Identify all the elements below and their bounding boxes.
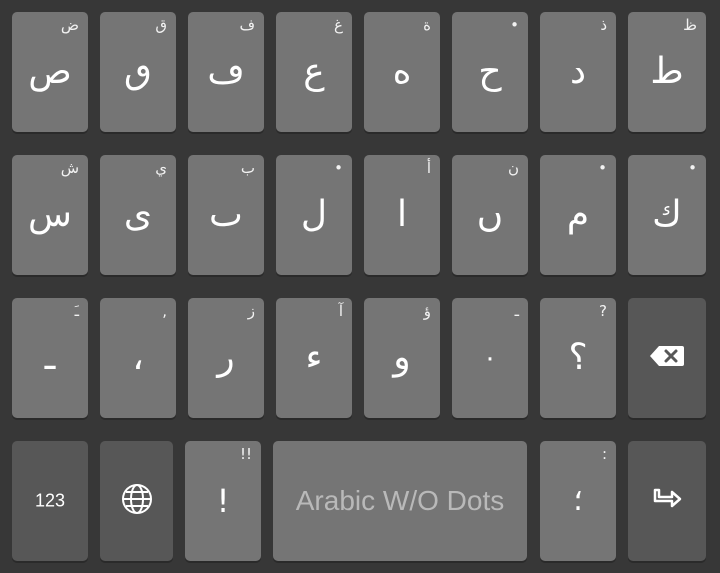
key-reh[interactable]: ز ر — [188, 298, 264, 418]
key-label: ؟ — [568, 337, 588, 378]
key-label: ع — [303, 51, 325, 92]
key-label: ٮ — [209, 194, 243, 235]
space-key-label: Arabic W/O Dots — [295, 485, 505, 516]
key-label: ر — [217, 337, 235, 378]
key-label: ص — [28, 51, 72, 92]
key-label: د — [569, 51, 587, 92]
numbers-key[interactable]: 123 — [12, 441, 88, 561]
key-hint: ف — [239, 16, 255, 34]
key-tatweel[interactable]: ـَ ـ — [12, 298, 88, 418]
key-hint: ـ — [514, 302, 519, 320]
backspace-key[interactable] — [628, 298, 706, 418]
key-label: ك — [652, 194, 682, 235]
key-label: ى — [123, 194, 153, 235]
key-label: ـ — [44, 337, 56, 378]
key-label: ح — [478, 51, 502, 92]
key-hint: • — [334, 159, 343, 177]
key-hint: ة — [423, 16, 431, 34]
key-label: ، — [132, 337, 144, 378]
key-heh[interactable]: ة ه — [364, 12, 440, 132]
key-meem[interactable]: • م — [540, 155, 616, 275]
key-label: ڡ — [207, 51, 245, 92]
key-arabic-question[interactable]: ? ؟ — [540, 298, 616, 418]
key-hint: ن — [507, 159, 519, 177]
key-lam[interactable]: • ل — [276, 155, 352, 275]
key-hint: , — [162, 302, 167, 320]
key-arabic-semicolon[interactable]: : ؛ — [540, 441, 616, 561]
key-hint: !! — [239, 445, 252, 463]
backspace-icon — [649, 345, 685, 371]
key-label: ل — [300, 194, 328, 235]
enter-arrow-icon — [652, 487, 682, 515]
key-label: ا — [396, 194, 407, 235]
key-feh-dotless[interactable]: ف ڡ — [188, 12, 264, 132]
key-hint: ز — [247, 302, 255, 320]
key-label: ؛ — [573, 483, 583, 518]
key-arabic-comma[interactable]: , ، — [100, 298, 176, 418]
key-hint: ؤ — [423, 302, 431, 320]
key-hint: ـَ — [74, 302, 79, 320]
key-label: ٠ — [483, 343, 497, 373]
key-waw[interactable]: ؤ و — [364, 298, 440, 418]
key-hint: أ — [426, 159, 431, 177]
key-label: ٯ — [124, 51, 152, 92]
key-hint: • — [510, 16, 519, 34]
key-beh-dotless[interactable]: ب ٮ — [188, 155, 264, 275]
key-alef[interactable]: أ ا — [364, 155, 440, 275]
key-sad[interactable]: ض ص — [12, 12, 88, 132]
key-hint: : — [601, 445, 607, 463]
keyboard: ض ص ق ٯ ف ڡ غ ع ة ه • ح ذ د ظ ط ش س ي ى … — [0, 0, 720, 573]
key-kaf[interactable]: • ك — [628, 155, 706, 275]
key-label: س — [28, 194, 72, 235]
key-exclamation[interactable]: !! ! — [185, 441, 261, 561]
globe-icon — [121, 483, 153, 519]
numbers-key-label: 123 — [34, 490, 66, 511]
key-label: ه — [392, 51, 412, 92]
key-hint: • — [598, 159, 607, 177]
key-label: ط — [650, 51, 684, 92]
key-noon-ghunna[interactable]: ن ں — [452, 155, 528, 275]
key-label: ! — [216, 482, 230, 520]
key-label: و — [393, 337, 411, 378]
enter-key[interactable] — [628, 441, 706, 561]
key-hint: ظ — [683, 16, 697, 34]
key-label: ء — [305, 337, 323, 378]
key-qaf-dotless[interactable]: ق ٯ — [100, 12, 176, 132]
key-label: ں — [476, 194, 504, 235]
key-hint: ي — [155, 159, 167, 177]
key-hint: ش — [60, 159, 79, 177]
space-key[interactable]: Arabic W/O Dots — [273, 441, 527, 561]
language-key[interactable] — [100, 441, 173, 561]
key-hint: ض — [60, 16, 79, 34]
key-hint: غ — [334, 16, 343, 34]
key-label: م — [566, 194, 590, 235]
key-ain[interactable]: غ ع — [276, 12, 352, 132]
key-seen[interactable]: ش س — [12, 155, 88, 275]
key-hint: • — [688, 159, 697, 177]
key-hint: ? — [599, 302, 607, 320]
key-dal[interactable]: ذ د — [540, 12, 616, 132]
key-hint: ب — [240, 159, 255, 177]
key-tah[interactable]: ظ ط — [628, 12, 706, 132]
key-alef-maksura[interactable]: ي ى — [100, 155, 176, 275]
key-hint: آ — [338, 302, 343, 320]
key-arabic-zero[interactable]: ـ ٠ — [452, 298, 528, 418]
key-hint: ق — [155, 16, 167, 34]
key-hint: ذ — [600, 16, 607, 34]
key-hah[interactable]: • ح — [452, 12, 528, 132]
key-hamza[interactable]: آ ء — [276, 298, 352, 418]
